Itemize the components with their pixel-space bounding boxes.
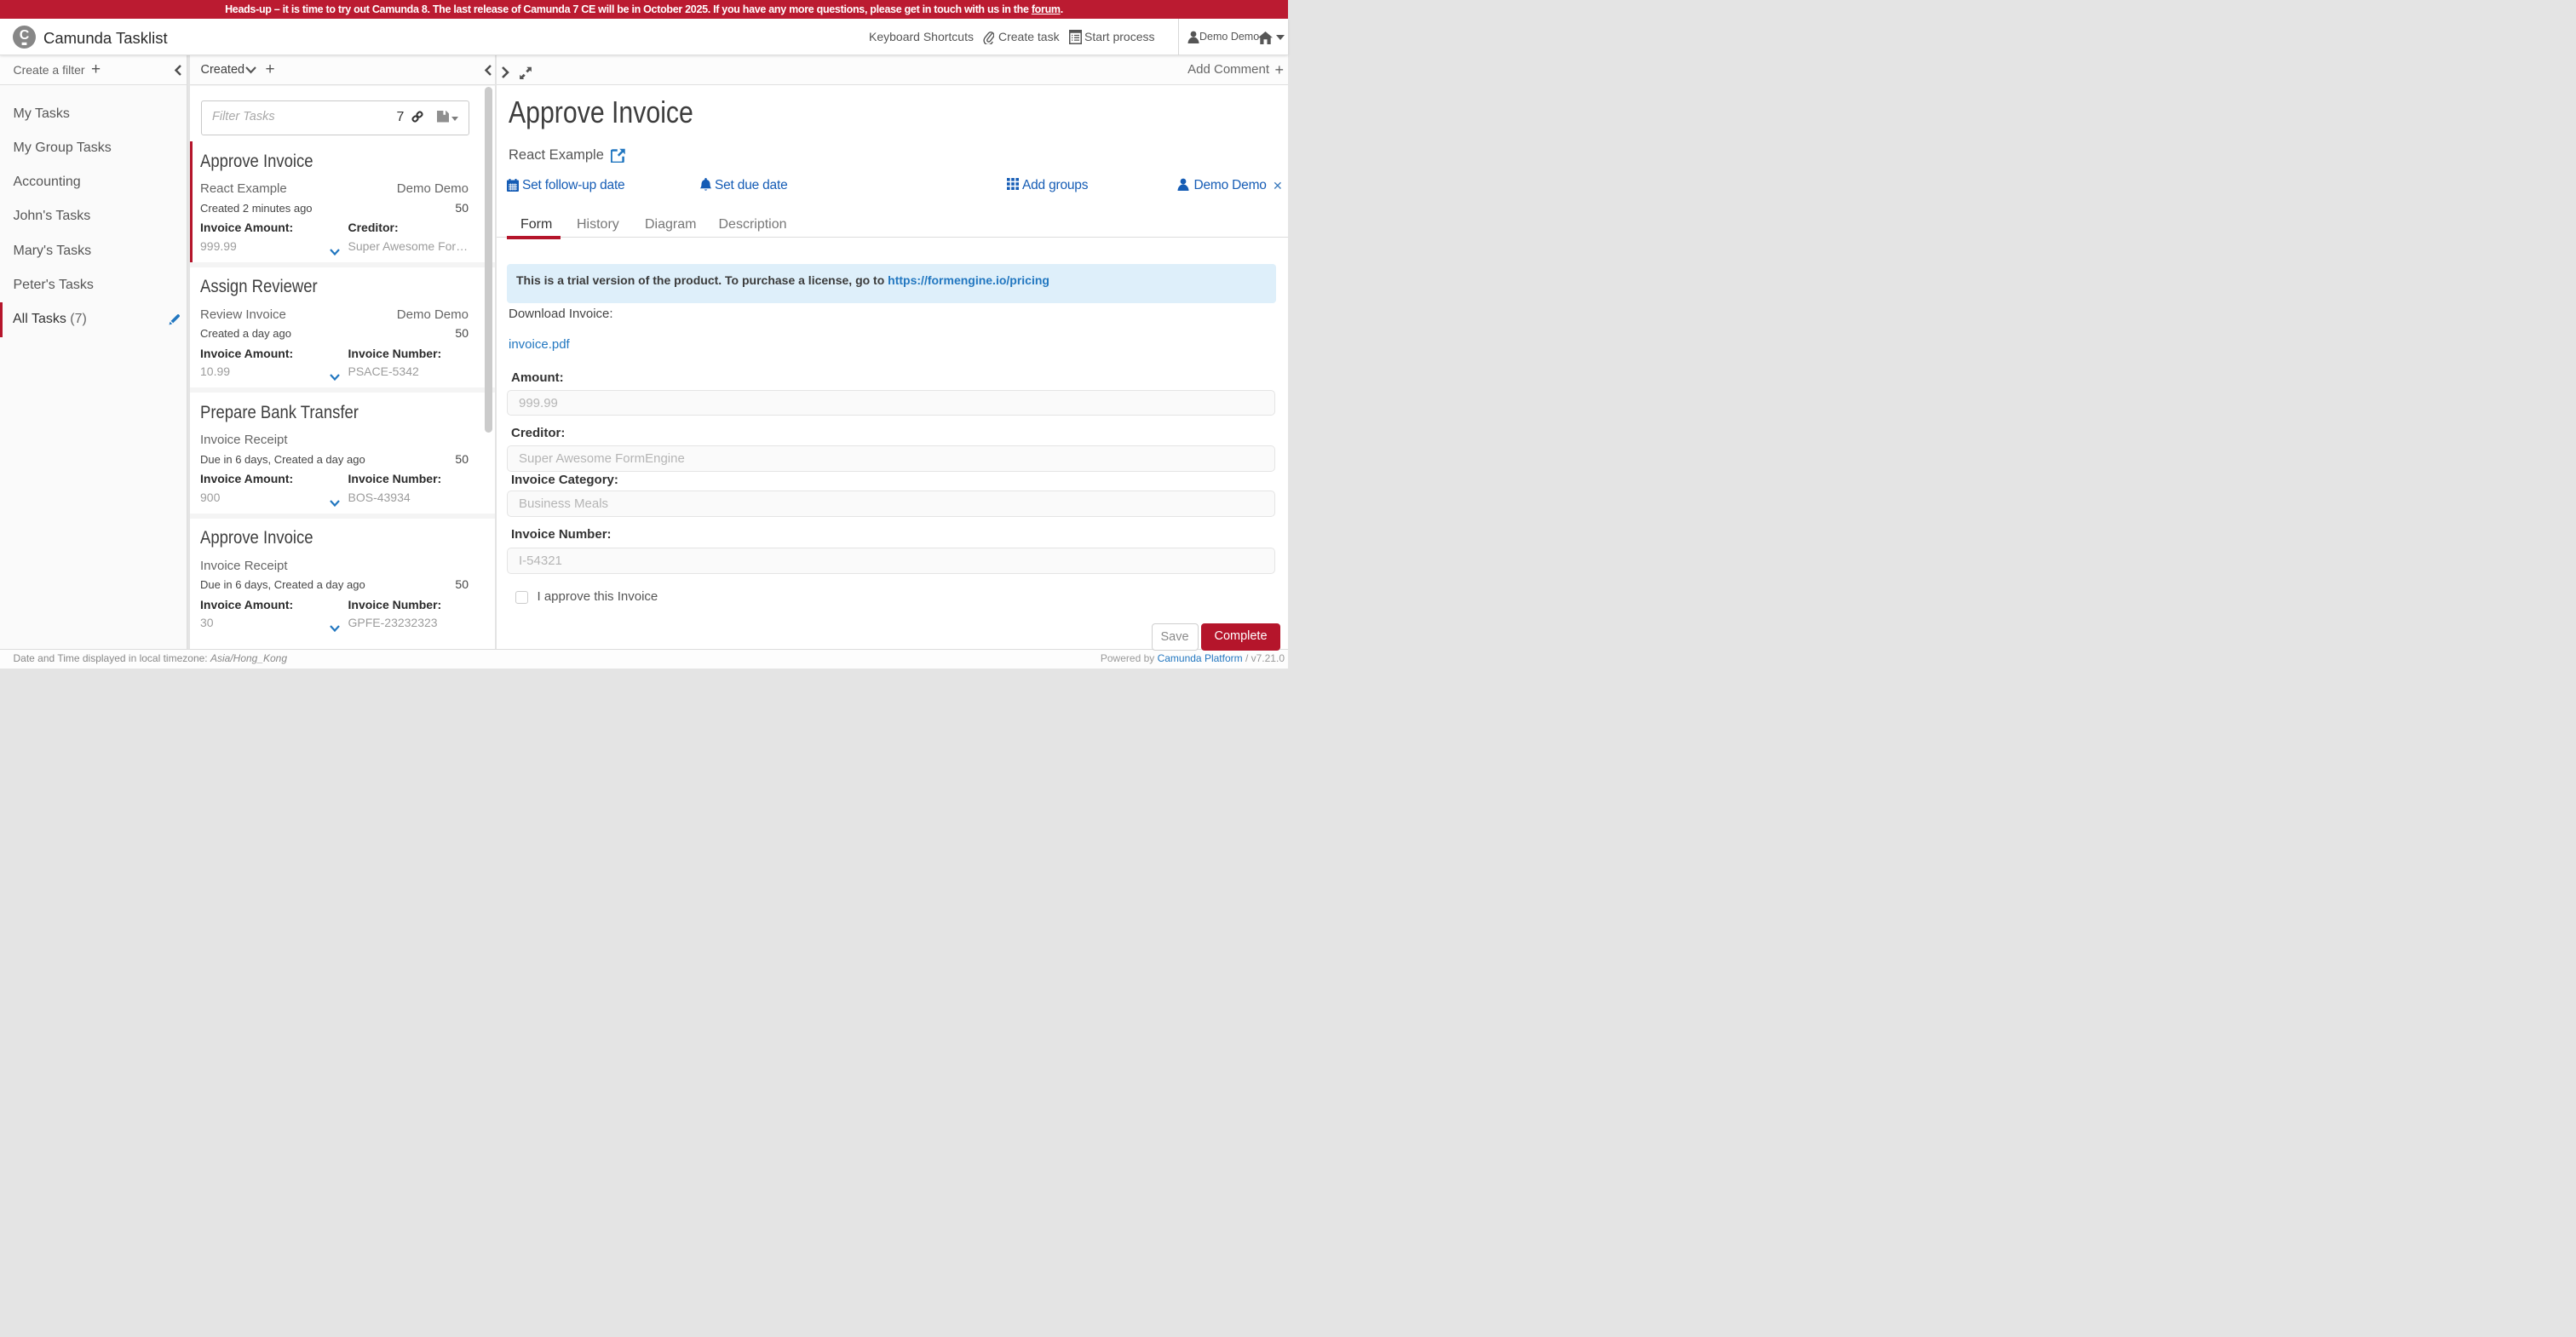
- svg-text:C: C: [20, 28, 30, 43]
